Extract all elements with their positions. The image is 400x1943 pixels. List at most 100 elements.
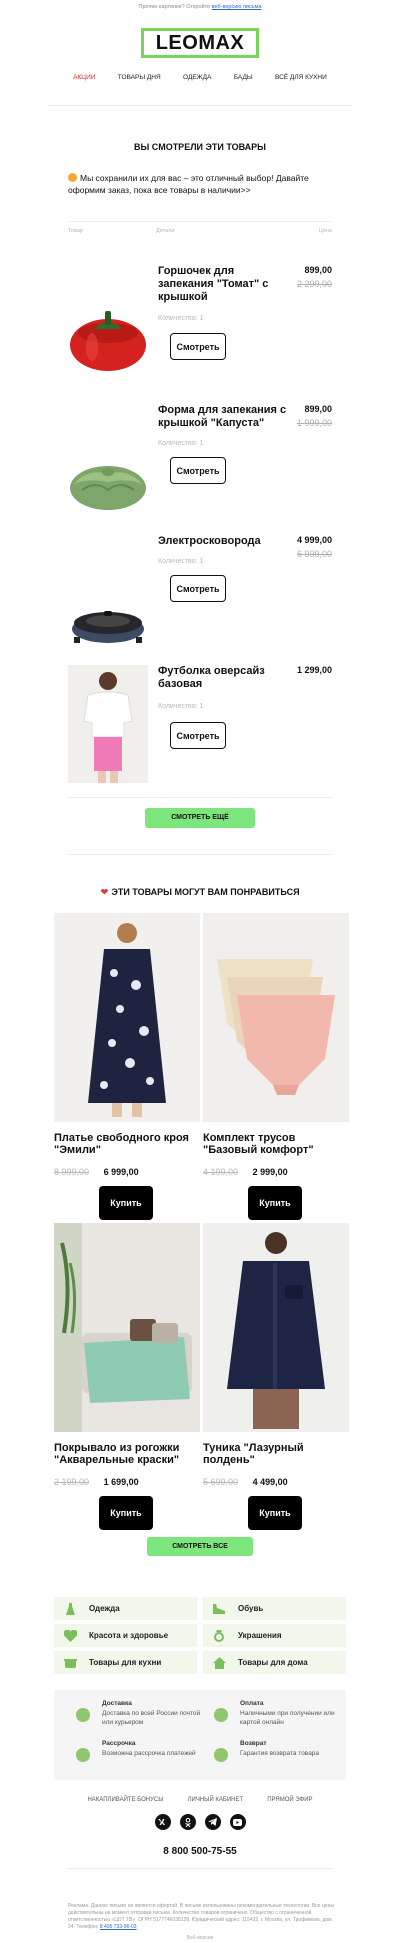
product-name[interactable]: Платье свободного кроя "Эмили" [54,1132,200,1156]
ring-icon [212,1629,226,1642]
nav-item-kitchen[interactable]: Всё для кухни [275,74,327,88]
nav-item-supplements[interactable]: Бады [234,74,253,88]
viewed-item: Электросковорода Количество: 1 Смотреть … [68,535,332,663]
divider [68,1868,332,1869]
price: 4 499,00 [252,1477,288,1487]
logo-container: LEOMAX [0,28,400,58]
category-label: Одежда [89,1604,120,1613]
email-page: Прочие картинки? Откройте веб-версию пис… [0,0,400,1943]
category-label: Обувь [238,1604,264,1613]
category-label: Товары для дома [238,1658,308,1667]
nav-item-deals[interactable]: Товары дня [118,74,161,88]
ok-icon[interactable] [179,1814,196,1830]
product-old-price: 2 299,00 [296,279,332,289]
category-shoes[interactable]: Обувь [203,1597,346,1620]
view-button[interactable]: Смотреть [170,722,226,749]
table-header: Товар Детали Цена [68,221,332,237]
tshirt-model-image[interactable] [68,665,148,783]
price: 1 699,00 [103,1477,139,1487]
product-card: Туника "Лазурный полдень" 5 699,00 4 499… [203,1223,349,1530]
social-links [0,1814,400,1830]
viewed-title: ВЫ СМОТРЕЛИ ЭТИ ТОВАРЫ [134,142,266,152]
recommend-title-text: ЭТИ ТОВАРЫ МОГУТ ВАМ ПОНРАВИТЬСЯ [111,887,300,897]
buy-button[interactable]: Купить [99,1496,153,1530]
product-old-price: 1 999,00 [296,418,332,428]
info-title: Оплата [240,1700,264,1707]
category-jewelry[interactable]: Украшения [203,1624,346,1647]
product-name[interactable]: Форма для запекания с крышкой "Капуста" [158,404,288,430]
product-qty: Количество: 1 [158,558,204,565]
view-button[interactable]: Смотреть [170,457,226,484]
product-old-price: 6 999,00 [296,549,332,559]
viewed-item: Футболка оверсайз базовая Количество: 1 … [68,665,332,795]
youtube-icon[interactable] [229,1814,246,1830]
footer-link-live[interactable]: Прямой эфир [267,1797,312,1803]
product-name[interactable]: Электросковорода [158,535,288,548]
category-label: Товары для кухни [89,1658,162,1667]
buy-button[interactable]: Купить [99,1186,153,1220]
viewed-item: Горшочек для запекания "Томат" с крышкой… [68,265,332,393]
product-qty: Количество: 1 [158,440,204,447]
footer-link-bonuses[interactable]: Накапливайте бонусы [87,1797,163,1803]
category-home[interactable]: Товары для дома [203,1651,346,1674]
blanket-photo[interactable] [54,1223,200,1432]
logo[interactable]: LEOMAX [140,28,260,58]
nav-item-clothing[interactable]: Одежда [183,74,211,88]
product-price: 899,00 [304,265,332,275]
category-beauty[interactable]: Красота и здоровье [54,1624,197,1647]
column-price: Цена [318,228,332,234]
view-button[interactable]: Смотреть [170,575,226,602]
column-details: Детали [156,228,175,234]
webversion-link[interactable]: веб-версию письма [212,4,262,10]
product-name[interactable]: Покрывало из рогожки "Акварельные краски… [54,1442,200,1466]
divider [68,854,332,855]
see-all-button[interactable]: СМОТРЕТЬ ВСЕ [147,1537,253,1556]
divider [68,797,332,798]
info-title: Рассрочка [102,1740,136,1747]
divider [48,105,352,106]
webversion-footer-link[interactable]: Веб-версия [0,1935,400,1941]
heart-eyes-icon [68,173,77,182]
product-qty: Количество: 1 [158,703,204,710]
product-name[interactable]: Комплект трусов "Базовый комфорт" [203,1132,349,1156]
product-name[interactable]: Горшочек для запекания "Томат" с крышкой [158,265,288,304]
product-name[interactable]: Футболка оверсайз базовая [158,665,288,691]
legal-phone-link[interactable]: 8 495 733-96-03 [100,1924,137,1930]
preheader-text: Прочие картинки? Откройте [138,4,211,10]
info-desc: Возможна рассрочка платежей [102,1750,196,1757]
electric-pan-image[interactable] [68,581,148,661]
footer-link-account[interactable]: Личный кабинет [188,1797,244,1803]
telegram-icon[interactable] [204,1814,221,1830]
heart-icon: ❤ [100,887,109,897]
footer-links: Накапливайте бонусы Личный кабинет Прямо… [0,1797,400,1803]
buy-button[interactable]: Купить [248,1496,302,1530]
clock-icon [76,1748,90,1762]
see-more-button[interactable]: СМОТРЕТЬ ЕЩЁ [145,808,255,828]
category-kitchen[interactable]: Товары для кухни [54,1651,197,1674]
category-clothing[interactable]: Одежда [54,1597,197,1620]
product-price: 4 999,00 [296,535,332,545]
nav-item-promo[interactable]: Акции [73,74,95,88]
tomato-pot-image[interactable] [68,295,148,375]
info-title: Доставка [102,1700,132,1707]
info-title: Возврат [240,1740,267,1747]
old-price: 4 199,00 [203,1167,239,1177]
recommend-grid: Платье свободного кроя "Эмили" 8 999,00 … [54,913,349,1531]
buy-button[interactable]: Купить [248,1186,302,1220]
info-panel: Доставка Доставка по всей России почтой … [54,1690,346,1780]
column-product: Товар [68,228,83,234]
view-button[interactable]: Смотреть [170,333,226,360]
info-desc: Гарантия возврата товара [240,1750,320,1757]
product-card: Покрывало из рогожки "Акварельные краски… [54,1223,200,1530]
legal-text: Реклама. Данное письмо не является оферт… [68,1903,338,1931]
underwear-photo[interactable] [203,913,349,1122]
heart-icon [63,1629,77,1642]
cabbage-dish-image[interactable] [68,438,148,518]
product-name[interactable]: Туника "Лазурный полдень" [203,1442,349,1466]
product-prices: 5 699,00 4 499,00 [203,1477,349,1489]
tunic-photo[interactable] [203,1223,349,1432]
recommend-title: ❤ ЭТИ ТОВАРЫ МОГУТ ВАМ ПОНРАВИТЬСЯ [0,887,400,899]
vk-icon[interactable] [154,1814,171,1830]
dress-photo[interactable] [54,913,200,1122]
phone-number[interactable]: 8 800 500-75-55 [0,1846,400,1857]
